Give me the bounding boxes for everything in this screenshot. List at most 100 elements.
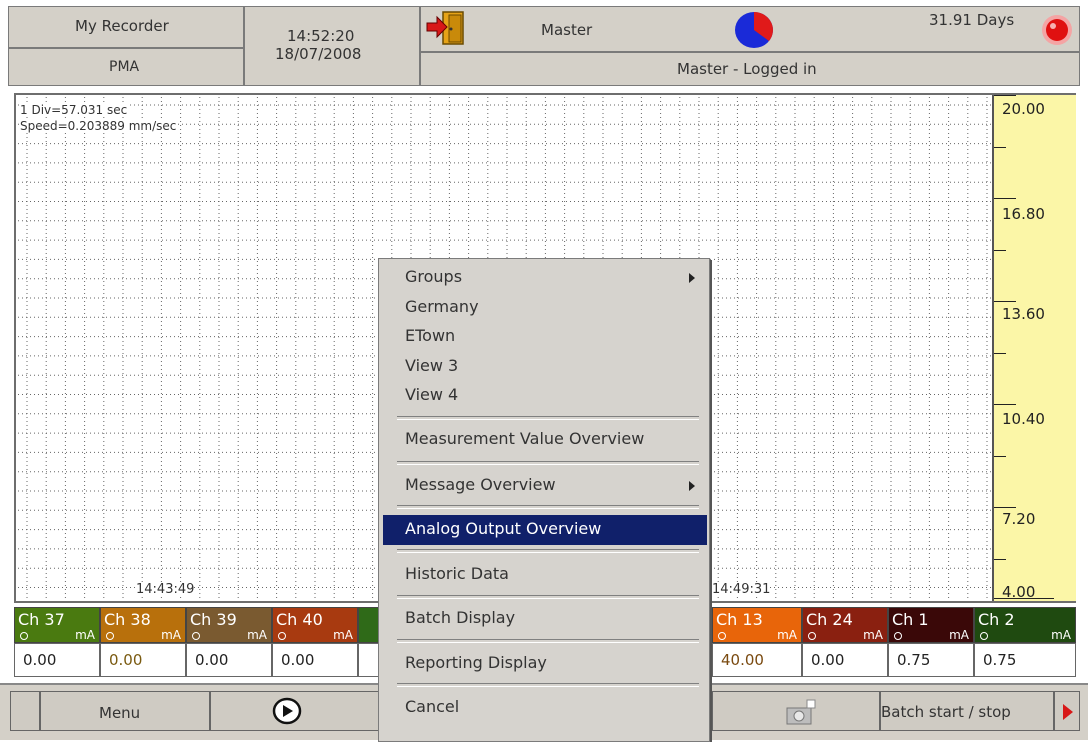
status-cell: Master 31.91 Days: [420, 6, 1080, 52]
channel-name: Ch 40: [276, 610, 323, 629]
channel-header: Ch 39 mA: [186, 607, 272, 643]
play-icon: [271, 696, 303, 726]
camera-icon: [783, 696, 819, 728]
context-menu: Groups Germany ETown View 3 View 4 Measu…: [378, 258, 710, 742]
recorder-sub: PMA: [109, 59, 140, 75]
menu-item-etown[interactable]: ETown: [383, 322, 707, 352]
channel-value: 0.00: [109, 651, 143, 669]
submenu-arrow-icon: [689, 273, 695, 283]
menu-button-label: Menu: [99, 704, 141, 722]
menu-separator: [397, 549, 699, 553]
login-status: Master - Logged in: [677, 60, 817, 78]
channel-value-box: 0.00: [802, 643, 888, 677]
channel-dot-icon: [192, 632, 200, 640]
alarm-light-icon[interactable]: [1039, 11, 1075, 49]
left-edge-button[interactable]: [10, 691, 40, 731]
right-arrow-icon: [1063, 704, 1073, 720]
channel-dot-icon: [894, 632, 902, 640]
channel-unit: mA: [949, 628, 969, 642]
channel-value: 0.00: [811, 651, 845, 669]
recorder-name: My Recorder: [75, 17, 169, 35]
channel-tile[interactable]: Ch 24 mA 0.00: [802, 607, 888, 677]
menu-item-label: Message Overview: [405, 475, 556, 494]
channel-name: Ch 38: [104, 610, 151, 629]
channel-value: 0.00: [23, 651, 57, 669]
channel-dot-icon: [808, 632, 816, 640]
logout-door-icon[interactable]: [425, 9, 469, 47]
channel-unit: mA: [161, 628, 181, 642]
menu-item-analog-output-overview[interactable]: Analog Output Overview: [383, 515, 707, 545]
scale-label-13: 13.60: [1002, 305, 1045, 323]
scale-label-20: 20.00: [1002, 100, 1045, 118]
menu-separator: [397, 461, 699, 465]
menu-button[interactable]: Menu: [40, 691, 210, 731]
channel-dot-icon: [20, 632, 28, 640]
channel-value-box: 0.75: [974, 643, 1076, 677]
menu-item-label: Batch Display: [405, 608, 516, 627]
channel-name: Ch 39: [190, 610, 237, 629]
channel-value: 0.00: [281, 651, 315, 669]
menu-item-reporting-display[interactable]: Reporting Display: [383, 649, 707, 679]
time-marker-left: 14:43:49: [136, 582, 195, 597]
channel-tile-hidden: [358, 607, 380, 677]
channel-tile[interactable]: Ch 2 mA 0.75: [974, 607, 1076, 677]
channel-dot-icon: [106, 632, 114, 640]
menu-separator: [397, 416, 699, 420]
channel-unit: mA: [75, 628, 95, 642]
channel-unit: mA: [333, 628, 353, 642]
menu-item-label: View 3: [405, 356, 459, 375]
channel-dot-icon: [278, 632, 286, 640]
channel-tile[interactable]: Ch 1 mA 0.75: [888, 607, 974, 677]
menu-item-label: Germany: [405, 297, 479, 316]
scale-label-10: 10.40: [1002, 410, 1045, 428]
menu-item-view-3[interactable]: View 3: [383, 352, 707, 382]
channel-tile[interactable]: Ch 37 mA 0.00: [14, 607, 100, 677]
menu-item-historic-data[interactable]: Historic Data: [383, 560, 707, 590]
play-button[interactable]: [210, 691, 380, 731]
menu-item-label: ETown: [405, 326, 456, 345]
submenu-arrow-icon: [689, 481, 695, 491]
memory-pie-icon: [733, 10, 775, 50]
menu-item-label: Analog Output Overview: [405, 519, 602, 538]
login-status-cell: Master - Logged in: [420, 52, 1080, 86]
batch-start-stop-button[interactable]: Batch start / stop: [880, 691, 1054, 731]
channel-tile[interactable]: Ch 13 mA 40.00: [712, 607, 802, 677]
recorder-sub-cell: PMA: [8, 48, 244, 86]
menu-item-measurement-value-overview[interactable]: Measurement Value Overview: [383, 425, 707, 455]
div-info: 1 Div=57.031 sec: [20, 103, 128, 117]
channel-tile[interactable]: Ch 40 mA 0.00: [272, 607, 358, 677]
channel-tile[interactable]: Ch 39 mA 0.00: [186, 607, 272, 677]
channel-unit: mA: [777, 628, 797, 642]
channel-value: 0.75: [983, 651, 1017, 669]
clock-date: 18/07/2008: [275, 45, 362, 63]
menu-item-view-4[interactable]: View 4: [383, 381, 707, 411]
camera-button[interactable]: [712, 691, 880, 731]
channel-value: 40.00: [721, 651, 764, 669]
menu-separator: [397, 639, 699, 643]
menu-item-batch-display[interactable]: Batch Display: [383, 604, 707, 634]
menu-item-label: Groups: [405, 267, 463, 286]
channel-value-box: 0.00: [186, 643, 272, 677]
scroll-right-button[interactable]: [1054, 691, 1080, 731]
menu-separator: [397, 505, 699, 509]
channel-name: Ch 2: [978, 610, 1015, 629]
channel-dot-icon: [718, 632, 726, 640]
menu-item-cancel[interactable]: Cancel: [383, 693, 707, 723]
channel-header: Ch 1 mA: [888, 607, 974, 643]
recorder-name-cell: My Recorder: [8, 6, 244, 48]
channel-tile[interactable]: Ch 38 mA 0.00: [100, 607, 186, 677]
scale-label-4: 4.00: [1002, 583, 1036, 601]
channel-name: Ch 13: [716, 610, 763, 629]
menu-item-message-overview[interactable]: Message Overview: [383, 471, 707, 501]
speed-info: Speed=0.203889 mm/sec: [20, 119, 177, 133]
menu-item-germany[interactable]: Germany: [383, 293, 707, 323]
scale-label-16: 16.80: [1002, 205, 1045, 223]
channel-header: Ch 37 mA: [14, 607, 100, 643]
channel-value-box: 0.00: [272, 643, 358, 677]
channel-header: [358, 607, 380, 643]
channel-value-box: 40.00: [712, 643, 802, 677]
menu-item-label: Reporting Display: [405, 653, 547, 672]
channel-header: Ch 40 mA: [272, 607, 358, 643]
channel-unit: mA: [863, 628, 883, 642]
menu-item-groups[interactable]: Groups: [383, 263, 707, 293]
